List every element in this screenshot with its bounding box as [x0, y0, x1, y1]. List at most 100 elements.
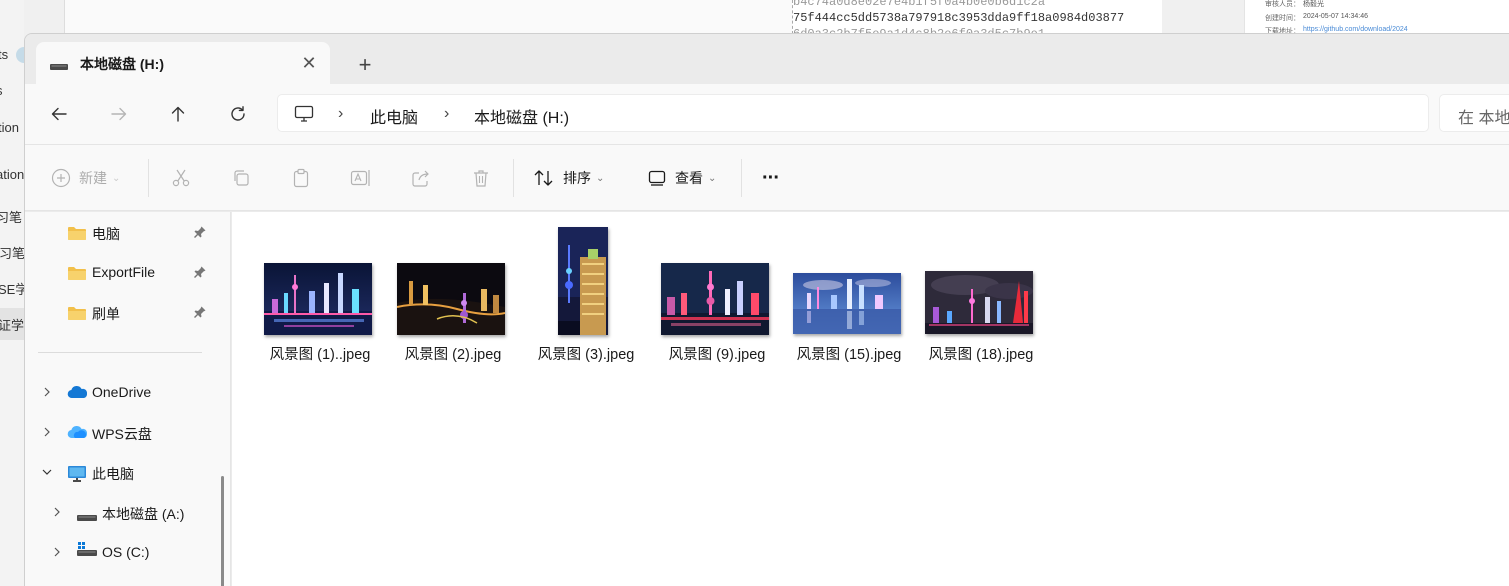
paste-button[interactable] [291, 164, 311, 192]
navigation-pane: 电脑 ExportFile 刷单 OneDrive WPS云盘 此电脑 本地磁盘… [25, 212, 215, 586]
sidebar-item-pinned-diannao[interactable]: 电脑 [25, 215, 215, 249]
background-fragment: ts [0, 47, 9, 62]
hash-line: 75f444cc5dd5738a797918c3953dda9ff18a0984… [793, 11, 1125, 25]
chevron-down-icon: ⌄ [708, 172, 717, 184]
file-name: 风景图 (15).jpeg [796, 347, 902, 363]
refresh-button[interactable] [222, 98, 254, 130]
drive-icon [50, 58, 68, 76]
this-pc-icon [67, 465, 87, 488]
file-item[interactable]: 风景图 (1)..jpeg [264, 212, 376, 372]
rename-button[interactable] [350, 164, 372, 192]
breadcrumb-chevron-icon: › [338, 105, 344, 122]
delete-button[interactable] [471, 164, 491, 192]
search-placeholder: 在 本地 [1458, 110, 1509, 127]
drive-icon [77, 509, 97, 527]
file-explorer-window: 本地磁盘 (H:) ✕ + › 此电脑 › 本地磁盘 (H:) 在 本地 新建 … [24, 33, 1509, 586]
background-middle-pane [64, 0, 794, 34]
new-button[interactable]: 新建 ⌄ [51, 164, 120, 192]
tab-local-disk-h[interactable]: 本地磁盘 (H:) ✕ [36, 42, 330, 84]
file-item[interactable]: 风景图 (9).jpeg [661, 212, 773, 372]
background-fragment: ation [0, 167, 24, 182]
sort-button-label: 排序 [563, 170, 591, 186]
chevron-right-icon[interactable] [49, 544, 65, 560]
file-name: 风景图 (2).jpeg [404, 347, 502, 363]
scissors-icon [172, 169, 190, 187]
forward-button[interactable] [103, 98, 135, 130]
background-meta-panel: 审核人员： 杨毅光 创建时间： 2024-05-07 14:34:46 下载地址… [1244, 0, 1509, 34]
image-thumbnail [661, 263, 769, 335]
sidebar-item-pinned-shuadan[interactable]: 刷单 [25, 295, 215, 329]
meta-link[interactable]: https://github.com/download/2024 [1303, 26, 1408, 33]
sidebar-item-pinned-exportfile[interactable]: ExportFile [25, 255, 215, 289]
os-drive-icon [77, 542, 97, 562]
file-item[interactable]: 风景图 (2).jpeg [397, 212, 509, 372]
view-button[interactable]: 查看 ⌄ [647, 164, 716, 192]
pin-icon [193, 265, 207, 284]
background-fragment: 证学 [0, 318, 24, 333]
tab-bar: 本地磁盘 (H:) ✕ + [25, 34, 1509, 84]
command-toolbar: 新建 ⌄ 排序 ⌄ 查看 ⌄ ··· [25, 145, 1509, 211]
arrow-right-icon [111, 107, 127, 121]
close-tab-button[interactable]: ✕ [298, 52, 320, 74]
toolbar-separator [513, 159, 514, 197]
sidebar-item-onedrive[interactable]: OneDrive [25, 375, 215, 409]
copy-button[interactable] [231, 164, 251, 192]
file-item[interactable]: 风景图 (18).jpeg [925, 212, 1037, 372]
up-button[interactable] [162, 98, 194, 130]
background-left-panel: ts s tion ation 习笔 学习笔 SE学 证学 [0, 0, 24, 586]
cut-button[interactable] [171, 164, 191, 192]
sidebar-separator [38, 352, 202, 353]
file-list-area: 风景图 (1)..jpeg 风景图 (2).jpeg 风景图 (3).jpeg … [232, 212, 1509, 586]
tab-title: 本地磁盘 (H:) [80, 56, 164, 72]
breadcrumb-local-disk-h[interactable]: 本地磁盘 (H:) [474, 104, 569, 128]
more-options-button[interactable]: ··· [762, 164, 780, 192]
view-button-label: 查看 [675, 170, 703, 186]
search-box[interactable]: 在 本地 [1439, 94, 1509, 132]
file-name: 风景图 (18).jpeg [928, 347, 1034, 363]
breadcrumb-chevron-icon: › [444, 105, 450, 122]
image-thumbnail [793, 273, 901, 334]
sidebar-item-label: 本地磁盘 (A:) [102, 506, 185, 522]
meta-value: 杨毅光 [1303, 1, 1324, 8]
address-bar[interactable]: › 此电脑 › 本地磁盘 (H:) [277, 94, 1429, 132]
view-icon [648, 170, 666, 186]
new-tab-button[interactable]: + [351, 52, 379, 80]
chevron-down-icon: ⌄ [112, 172, 121, 184]
sidebar-scrollbar-thumb[interactable] [221, 476, 224, 586]
toolbar-separator [741, 159, 742, 197]
chevron-right-icon[interactable] [39, 384, 55, 400]
sidebar-item-label: OS (C:) [102, 544, 150, 560]
navigation-bar: › 此电脑 › 本地磁盘 (H:) 在 本地 [25, 84, 1509, 144]
toolbar-separator [148, 159, 149, 197]
sidebar-item-label: 此电脑 [92, 466, 134, 482]
background-fragment: tion [0, 120, 19, 135]
image-thumbnail [264, 263, 372, 335]
folder-icon [67, 265, 87, 286]
chevron-right-icon[interactable] [39, 424, 55, 440]
sidebar-scrollbar[interactable] [215, 212, 231, 586]
chevron-right-icon[interactable] [49, 504, 65, 520]
sidebar-item-label: WPS云盘 [92, 426, 152, 442]
back-button[interactable] [43, 98, 75, 130]
background-fragment: s [0, 83, 3, 98]
new-button-label: 新建 [79, 170, 107, 186]
share-button[interactable] [411, 164, 431, 192]
file-item[interactable]: 风景图 (3).jpeg [530, 212, 642, 372]
sidebar-item-os-c[interactable]: OS (C:) [25, 535, 215, 569]
sidebar-item-local-disk-a[interactable]: 本地磁盘 (A:) [25, 495, 215, 529]
sidebar-item-label: 电脑 [92, 226, 120, 242]
rename-icon [350, 170, 370, 186]
sidebar-item-wps-cloud[interactable]: WPS云盘 [25, 415, 215, 449]
breadcrumb-this-pc[interactable]: 此电脑 [370, 104, 418, 128]
sort-icon [534, 170, 553, 186]
sidebar-item-this-pc[interactable]: 此电脑 [25, 455, 215, 489]
computer-icon [294, 104, 314, 129]
background-fragment: 习笔 [0, 210, 23, 225]
folder-icon [67, 305, 87, 326]
file-item[interactable]: 风景图 (15).jpeg [793, 212, 905, 372]
sort-button[interactable]: 排序 ⌄ [533, 164, 604, 192]
arrow-left-icon [51, 107, 67, 121]
onedrive-icon [67, 385, 89, 404]
chevron-down-icon[interactable] [39, 464, 55, 480]
sidebar-item-label: 刷单 [92, 306, 120, 322]
